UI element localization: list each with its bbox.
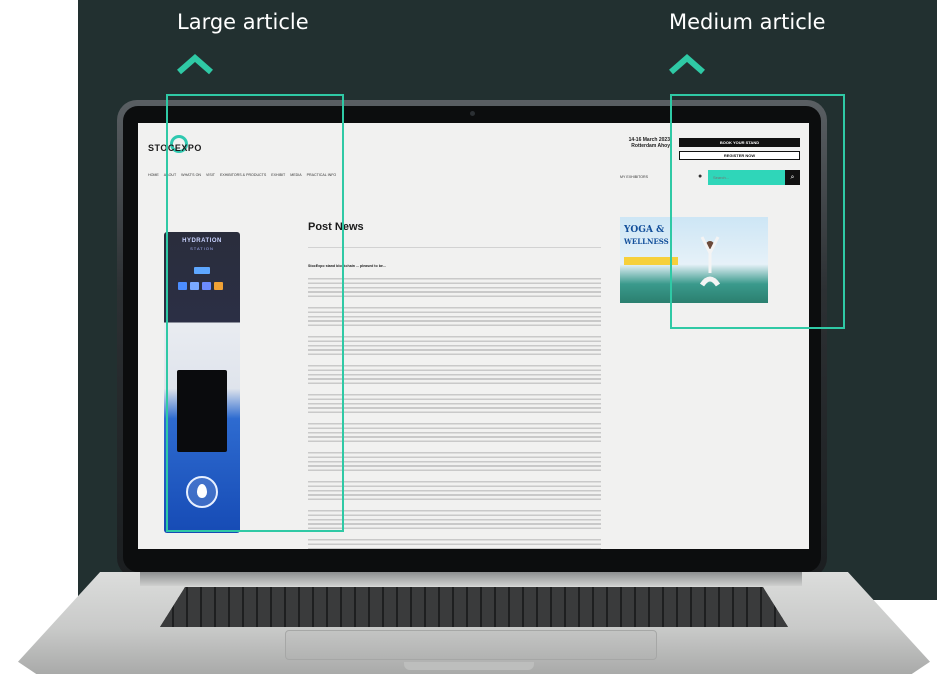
post-paragraph [308,278,601,300]
post-paragraph [308,365,601,387]
event-venue: Rotterdam Ahoy [631,143,670,149]
post-paragraph [308,336,601,358]
post-paragraph [308,481,601,503]
medium-article-highlight [670,94,845,329]
nav-item-home[interactable]: HOME [148,173,159,181]
post-paragraph [308,307,601,329]
post-body [308,278,601,549]
event-info: 14-16 March 2023 Rotterdam Ahoy [606,137,670,149]
laptop-camera-icon [470,111,475,116]
post-paragraph [308,510,601,532]
post-paragraph [308,423,601,445]
laptop-notch [404,662,534,670]
large-article-chevron-up-icon [177,54,213,75]
my-exhibitors-link[interactable]: MY EXHIBITORS [620,175,648,179]
ad-title: YOGA & [624,225,665,235]
ad-title-secondary: WELLNESS [624,237,669,246]
large-article-label: Large article [177,10,309,34]
post-paragraph [308,394,601,416]
medium-article-label: Medium article [669,10,826,34]
post-divider [308,247,601,248]
medium-article-chevron-up-icon [669,54,705,75]
laptop-keyboard [160,587,788,627]
laptop-trackpad [285,630,657,660]
large-article-highlight [166,94,344,532]
post-lead: StocExpo stand blockchain ... pleased to… [308,264,386,268]
laptop-hinge [140,572,802,586]
post-paragraph [308,452,601,474]
post-paragraph [308,539,601,549]
